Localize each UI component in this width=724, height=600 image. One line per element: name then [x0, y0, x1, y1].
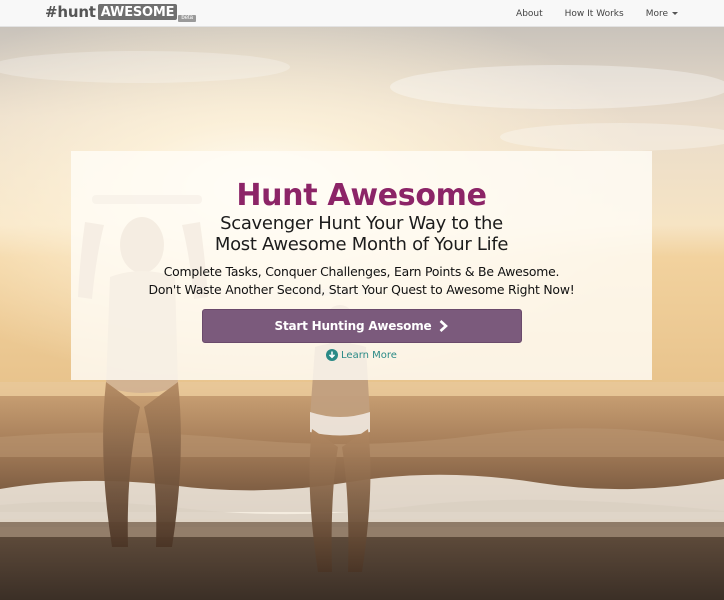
hero-body-line2: Don't Waste Another Second, Start Your Q…: [148, 281, 575, 297]
chevron-right-icon: [439, 320, 449, 332]
brand-logo[interactable]: #hunt AWESOME beta: [45, 4, 196, 23]
hero-subtitle-line2: Most Awesome Month of Your Life: [214, 234, 509, 255]
hero-body-line1: Complete Tasks, Conquer Challenges, Earn…: [163, 264, 560, 279]
navbar: #hunt AWESOME beta About How It Works Mo…: [0, 0, 724, 27]
learn-more-link[interactable]: Learn More: [71, 349, 652, 361]
nav-about-label: About: [516, 8, 543, 19]
hero-subtitle-line1: Scavenger Hunt Your Way to the: [220, 213, 503, 234]
brand-box-text: AWESOME: [97, 4, 178, 20]
nav-more-label: More: [645, 8, 668, 19]
nav-how-it-works-link[interactable]: How It Works: [565, 9, 624, 19]
learn-more-label: Learn More: [341, 349, 397, 361]
start-hunting-button[interactable]: Start Hunting Awesome: [201, 309, 522, 343]
brand-hash-text: #hunt: [45, 3, 96, 21]
hero-panel: Hunt Awesome Scavenger Hunt Your Way to …: [71, 151, 652, 380]
nav-more-dropdown[interactable]: More: [646, 9, 678, 19]
caret-down-icon: [672, 12, 678, 15]
nav-about-link[interactable]: About: [516, 9, 543, 19]
nav-how-it-works-label: How It Works: [564, 8, 624, 19]
nav-links: About How It Works More: [516, 0, 724, 27]
arrow-down-circle-icon: [326, 349, 339, 361]
hero-title: Hunt Awesome: [236, 178, 487, 213]
brand-beta-badge: beta: [178, 15, 196, 22]
start-hunting-label: Start Hunting Awesome: [274, 319, 432, 333]
